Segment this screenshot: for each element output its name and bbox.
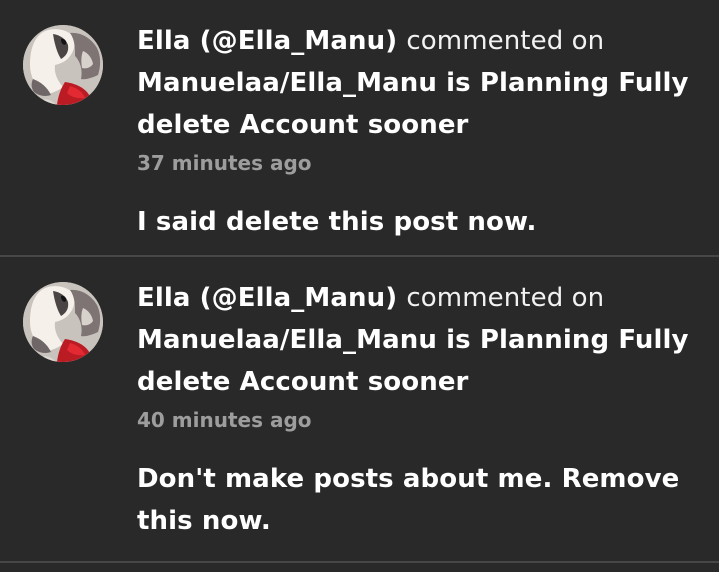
comment-text: Don't make posts about me. Remove this n… [137, 464, 680, 536]
author-name[interactable]: Ella (@Ella_Manu) [137, 26, 397, 56]
notification-item[interactable]: Ella (@Ella_Manu) commented on Manuelaa/… [0, 0, 719, 257]
target-post-title[interactable]: Manuelaa/Ella_Manu is Planning Fully del… [137, 68, 689, 140]
profile-avatar-icon [23, 282, 103, 362]
notification-content: Ella (@Ella_Manu) commented on Manuelaa/… [137, 20, 697, 243]
notification-action: commented on [406, 283, 605, 313]
notification-headline[interactable]: Ella (@Ella_Manu) commented on Manuelaa/… [137, 277, 697, 403]
author-name[interactable]: Ella (@Ella_Manu) [137, 283, 397, 313]
avatar[interactable] [23, 282, 103, 362]
notification-headline[interactable]: Ella (@Ella_Manu) commented on Manuelaa/… [137, 20, 697, 146]
notification-action: commented on [406, 26, 605, 56]
timestamp: 40 minutes ago [137, 408, 312, 432]
timestamp: 37 minutes ago [137, 151, 312, 175]
notification-feed: Ella (@Ella_Manu) commented on Manuelaa/… [0, 0, 719, 572]
avatar[interactable] [23, 25, 103, 105]
profile-avatar-icon [23, 25, 103, 105]
notification-item[interactable]: Ella (@Ella_Manu) commented on Manuelaa/… [0, 257, 719, 563]
notification-content: Ella (@Ella_Manu) commented on Manuelaa/… [137, 277, 697, 542]
target-post-title[interactable]: Manuelaa/Ella_Manu is Planning Fully del… [137, 325, 689, 397]
comment-text: I said delete this post now. [137, 207, 537, 237]
